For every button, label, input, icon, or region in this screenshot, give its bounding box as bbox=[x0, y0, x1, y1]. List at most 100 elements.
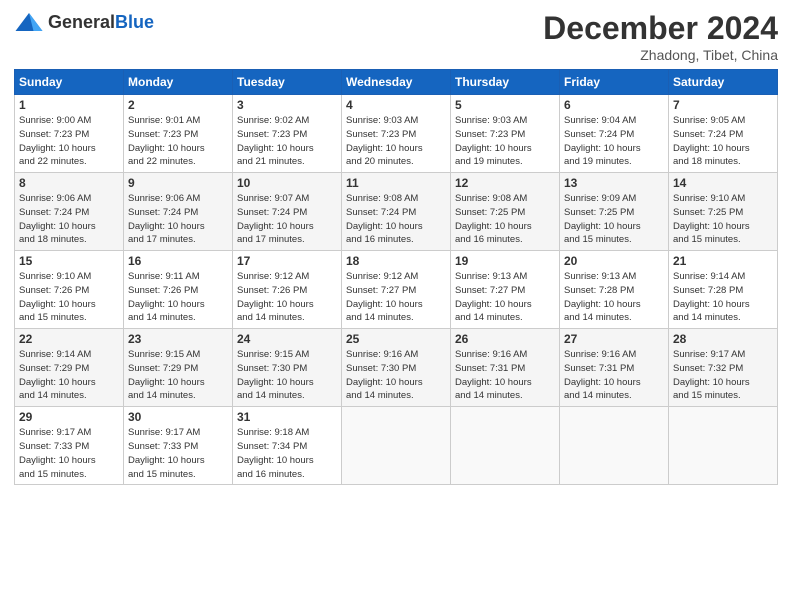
table-row: 7Sunrise: 9:05 AM Sunset: 7:24 PM Daylig… bbox=[669, 95, 778, 173]
table-row: 27 Sunrise: 9:16 AM Sunset: 7:31 PM Dayli… bbox=[560, 329, 669, 407]
day-info: Sunrise: 9:02 AM Sunset: 7:23 PM Dayligh… bbox=[237, 114, 337, 169]
header-saturday: Saturday bbox=[669, 70, 778, 95]
day-number: 13 bbox=[564, 176, 664, 190]
table-row: 25 Sunrise: 9:16 AM Sunset: 7:30 PM Dayli… bbox=[342, 329, 451, 407]
table-row: 4 Sunrise: 9:03 AM Sunset: 7:23 PM Daylig… bbox=[342, 95, 451, 173]
table-row: 28 Sunrise: 9:17 AM Sunset: 7:32 PM Dayli… bbox=[669, 329, 778, 407]
day-number: 23 bbox=[128, 332, 228, 346]
day-number: 27 bbox=[564, 332, 664, 346]
day-info: Sunrise: 9:12 AM Sunset: 7:27 PM Dayligh… bbox=[346, 270, 446, 325]
table-row: 21Sunrise: 9:14 AM Sunset: 7:28 PM Dayli… bbox=[669, 251, 778, 329]
day-info: Sunrise: 9:01 AM Sunset: 7:23 PM Dayligh… bbox=[128, 114, 228, 169]
header-tuesday: Tuesday bbox=[233, 70, 342, 95]
day-number: 15 bbox=[19, 254, 119, 268]
day-info: Sunrise: 9:03 AM Sunset: 7:23 PM Dayligh… bbox=[346, 114, 446, 169]
table-row: 1 Sunrise: 9:00 AM Sunset: 7:23 PM Daylig… bbox=[15, 95, 124, 173]
day-info: Sunrise: 9:11 AM Sunset: 7:26 PM Dayligh… bbox=[128, 270, 228, 325]
table-row: 29Sunrise: 9:17 AM Sunset: 7:33 PM Dayli… bbox=[15, 407, 124, 485]
day-number: 22 bbox=[19, 332, 119, 346]
table-row: 23 Sunrise: 9:15 AM Sunset: 7:29 PM Dayli… bbox=[124, 329, 233, 407]
day-info: Sunrise: 9:10 AM Sunset: 7:25 PM Dayligh… bbox=[673, 192, 773, 247]
day-info: Sunrise: 9:16 AM Sunset: 7:31 PM Dayligh… bbox=[564, 348, 664, 403]
day-number: 20 bbox=[564, 254, 664, 268]
table-row: 18 Sunrise: 9:12 AM Sunset: 7:27 PM Dayli… bbox=[342, 251, 451, 329]
day-info: Sunrise: 9:06 AM Sunset: 7:24 PM Dayligh… bbox=[19, 192, 119, 247]
table-row: 16 Sunrise: 9:11 AM Sunset: 7:26 PM Dayli… bbox=[124, 251, 233, 329]
page-container: GeneralBlue December 2024 Zhadong, Tibet… bbox=[0, 0, 792, 495]
table-row: 31 Sunrise: 9:18 AM Sunset: 7:34 PM Dayli… bbox=[233, 407, 342, 485]
logo-icon bbox=[14, 10, 44, 34]
day-number: 25 bbox=[346, 332, 446, 346]
table-row: 5Sunrise: 9:03 AM Sunset: 7:23 PM Daylig… bbox=[451, 95, 560, 173]
day-number: 18 bbox=[346, 254, 446, 268]
table-row bbox=[560, 407, 669, 485]
calendar-week-row: 22 Sunrise: 9:14 AM Sunset: 7:29 PM Dayli… bbox=[15, 329, 778, 407]
day-number: 26 bbox=[455, 332, 555, 346]
table-row: 22 Sunrise: 9:14 AM Sunset: 7:29 PM Dayli… bbox=[15, 329, 124, 407]
table-row bbox=[342, 407, 451, 485]
table-row: 14 Sunrise: 9:10 AM Sunset: 7:25 PM Dayli… bbox=[669, 173, 778, 251]
table-row: 10Sunrise: 9:07 AM Sunset: 7:24 PM Dayli… bbox=[233, 173, 342, 251]
day-info: Sunrise: 9:04 AM Sunset: 7:24 PM Dayligh… bbox=[564, 114, 664, 169]
header-wednesday: Wednesday bbox=[342, 70, 451, 95]
logo-blue: Blue bbox=[115, 12, 154, 32]
day-number: 8 bbox=[19, 176, 119, 190]
day-info: Sunrise: 9:06 AM Sunset: 7:24 PM Dayligh… bbox=[128, 192, 228, 247]
day-info: Sunrise: 9:09 AM Sunset: 7:25 PM Dayligh… bbox=[564, 192, 664, 247]
day-info: Sunrise: 9:14 AM Sunset: 7:29 PM Dayligh… bbox=[19, 348, 119, 403]
day-info: Sunrise: 9:17 AM Sunset: 7:33 PM Dayligh… bbox=[19, 426, 119, 481]
day-info: Sunrise: 9:08 AM Sunset: 7:25 PM Dayligh… bbox=[455, 192, 555, 247]
day-number: 3 bbox=[237, 98, 337, 112]
day-number: 17 bbox=[237, 254, 337, 268]
day-info: Sunrise: 9:15 AM Sunset: 7:29 PM Dayligh… bbox=[128, 348, 228, 403]
day-info: Sunrise: 9:16 AM Sunset: 7:30 PM Dayligh… bbox=[346, 348, 446, 403]
calendar-title: December 2024 bbox=[543, 10, 778, 47]
day-number: 2 bbox=[128, 98, 228, 112]
table-row: 6 Sunrise: 9:04 AM Sunset: 7:24 PM Daylig… bbox=[560, 95, 669, 173]
header-monday: Monday bbox=[124, 70, 233, 95]
day-number: 1 bbox=[19, 98, 119, 112]
day-number: 30 bbox=[128, 410, 228, 424]
calendar-week-row: 15 Sunrise: 9:10 AM Sunset: 7:26 PM Dayli… bbox=[15, 251, 778, 329]
weekday-header-row: Sunday Monday Tuesday Wednesday Thursday… bbox=[15, 70, 778, 95]
day-number: 6 bbox=[564, 98, 664, 112]
day-number: 10 bbox=[237, 176, 337, 190]
header-friday: Friday bbox=[560, 70, 669, 95]
table-row: 30 Sunrise: 9:17 AM Sunset: 7:33 PM Dayli… bbox=[124, 407, 233, 485]
day-number: 14 bbox=[673, 176, 773, 190]
table-row: 20 Sunrise: 9:13 AM Sunset: 7:28 PM Dayli… bbox=[560, 251, 669, 329]
table-row bbox=[669, 407, 778, 485]
table-row: 12Sunrise: 9:08 AM Sunset: 7:25 PM Dayli… bbox=[451, 173, 560, 251]
day-info: Sunrise: 9:17 AM Sunset: 7:33 PM Dayligh… bbox=[128, 426, 228, 481]
day-info: Sunrise: 9:10 AM Sunset: 7:26 PM Dayligh… bbox=[19, 270, 119, 325]
header-thursday: Thursday bbox=[451, 70, 560, 95]
day-info: Sunrise: 9:13 AM Sunset: 7:27 PM Dayligh… bbox=[455, 270, 555, 325]
day-number: 28 bbox=[673, 332, 773, 346]
logo: GeneralBlue bbox=[14, 10, 154, 34]
day-info: Sunrise: 9:18 AM Sunset: 7:34 PM Dayligh… bbox=[237, 426, 337, 481]
day-info: Sunrise: 9:00 AM Sunset: 7:23 PM Dayligh… bbox=[19, 114, 119, 169]
table-row: 13 Sunrise: 9:09 AM Sunset: 7:25 PM Dayli… bbox=[560, 173, 669, 251]
day-info: Sunrise: 9:13 AM Sunset: 7:28 PM Dayligh… bbox=[564, 270, 664, 325]
table-row: 11Sunrise: 9:08 AM Sunset: 7:24 PM Dayli… bbox=[342, 173, 451, 251]
day-info: Sunrise: 9:14 AM Sunset: 7:28 PM Dayligh… bbox=[673, 270, 773, 325]
day-number: 16 bbox=[128, 254, 228, 268]
day-info: Sunrise: 9:05 AM Sunset: 7:24 PM Dayligh… bbox=[673, 114, 773, 169]
day-number: 31 bbox=[237, 410, 337, 424]
table-row: 3 Sunrise: 9:02 AM Sunset: 7:23 PM Daylig… bbox=[233, 95, 342, 173]
table-row bbox=[451, 407, 560, 485]
title-area: December 2024 Zhadong, Tibet, China bbox=[543, 10, 778, 63]
table-row: 19Sunrise: 9:13 AM Sunset: 7:27 PM Dayli… bbox=[451, 251, 560, 329]
calendar-week-row: 29Sunrise: 9:17 AM Sunset: 7:33 PM Dayli… bbox=[15, 407, 778, 485]
table-row: 24Sunrise: 9:15 AM Sunset: 7:30 PM Dayli… bbox=[233, 329, 342, 407]
table-row: 17Sunrise: 9:12 AM Sunset: 7:26 PM Dayli… bbox=[233, 251, 342, 329]
header-sunday: Sunday bbox=[15, 70, 124, 95]
day-number: 9 bbox=[128, 176, 228, 190]
logo-general: General bbox=[48, 12, 115, 32]
calendar-week-row: 8 Sunrise: 9:06 AM Sunset: 7:24 PM Daylig… bbox=[15, 173, 778, 251]
day-number: 4 bbox=[346, 98, 446, 112]
day-info: Sunrise: 9:17 AM Sunset: 7:32 PM Dayligh… bbox=[673, 348, 773, 403]
header: GeneralBlue December 2024 Zhadong, Tibet… bbox=[14, 10, 778, 63]
day-info: Sunrise: 9:03 AM Sunset: 7:23 PM Dayligh… bbox=[455, 114, 555, 169]
logo-text: GeneralBlue bbox=[48, 12, 154, 33]
